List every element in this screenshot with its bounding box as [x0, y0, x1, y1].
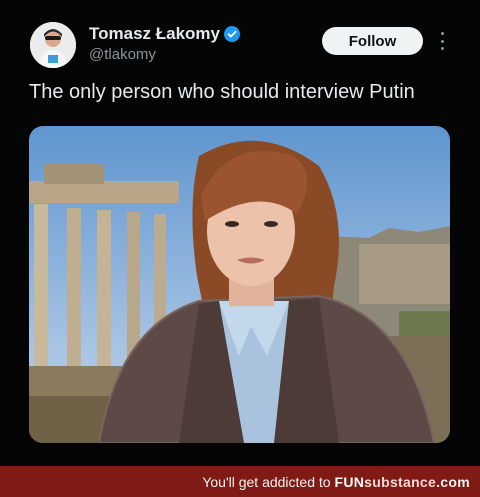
- verified-badge-icon: [224, 26, 240, 42]
- tweet-photo[interactable]: [29, 126, 450, 443]
- photo-woman-in-front-of-ruins: [29, 126, 450, 443]
- brand-part-domain: .com: [436, 474, 470, 490]
- post-card: Tomasz Łakomy @tlakomy Follow The only p…: [0, 0, 480, 466]
- author-name[interactable]: Tomasz Łakomy: [89, 24, 220, 44]
- more-vertical-icon[interactable]: [438, 32, 446, 50]
- brand-part-fun: FUN: [334, 474, 365, 490]
- author-handle[interactable]: @tlakomy: [89, 46, 156, 63]
- footer-tagline[interactable]: You'll get addicted to FUNsubstance.com: [202, 474, 470, 490]
- avatar-image: [30, 22, 76, 68]
- follow-button[interactable]: Follow: [322, 27, 423, 55]
- author-avatar[interactable]: [30, 22, 76, 68]
- brand-part-substance: substance: [364, 474, 437, 490]
- footer-brand: FUNsubstance.com: [334, 474, 470, 490]
- footer-prefix: You'll get addicted to: [202, 474, 331, 490]
- tweet-text: The only person who should interview Put…: [29, 81, 415, 103]
- footer-banner: You'll get addicted to FUNsubstance.com: [0, 466, 480, 497]
